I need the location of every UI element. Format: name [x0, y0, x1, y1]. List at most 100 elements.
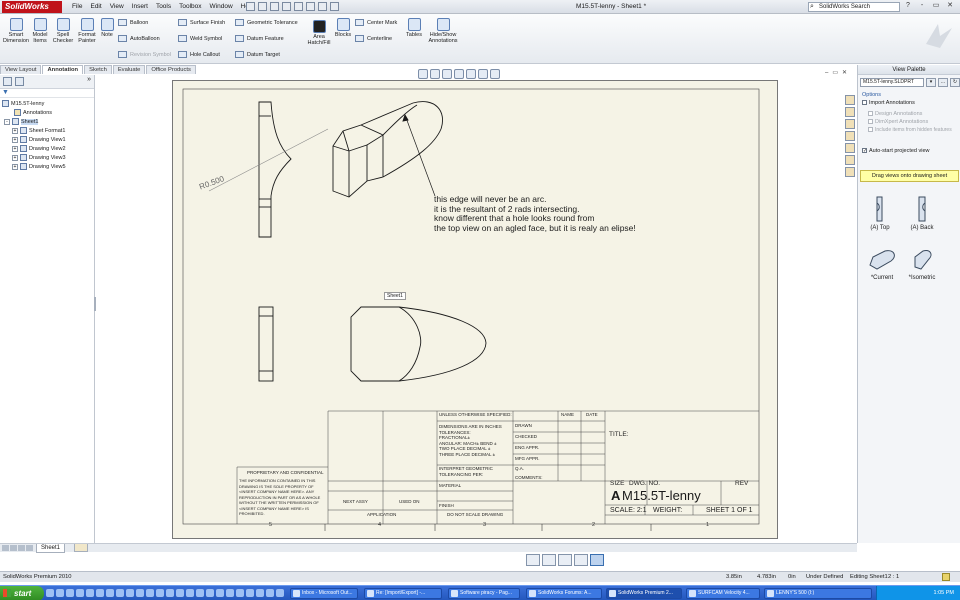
view-orientation-icon[interactable]	[466, 69, 476, 79]
palette-browse-button[interactable]: ...	[938, 78, 948, 87]
menu-window[interactable]: Window	[206, 0, 237, 14]
palette-file-select[interactable]: M15.5T-lenny.SLDPRT	[860, 78, 924, 87]
blocks-button[interactable]: Blocks	[334, 18, 352, 38]
help-button[interactable]: ?	[902, 1, 914, 11]
tree-item-sheet-format[interactable]: + Sheet Format1	[0, 127, 94, 136]
design-library-icon[interactable]	[845, 119, 855, 129]
tab-evaluate[interactable]: Evaluate	[112, 65, 146, 74]
taskbar-item-forum-reply[interactable]: Re: [Import/Export] -...	[364, 588, 442, 599]
property-manager-icon[interactable]	[15, 77, 24, 86]
autoballoon-button[interactable]: AutoBalloon	[118, 35, 160, 43]
view-palette-icon[interactable]	[845, 155, 855, 165]
open-drawing-icon[interactable]	[526, 554, 540, 566]
quick-launch-icon[interactable]	[266, 589, 274, 597]
quick-launch-icon[interactable]	[46, 589, 54, 597]
tab-annotation[interactable]: Annotation	[42, 65, 84, 74]
tables-button[interactable]: Tables	[404, 18, 424, 38]
start-button[interactable]: start	[0, 586, 44, 600]
appearances-icon[interactable]	[845, 167, 855, 177]
quick-launch-icon[interactable]	[246, 589, 254, 597]
revision-symbol-button[interactable]: Revision Symbol	[118, 51, 171, 59]
geometric-tolerance-button[interactable]: Geometric Tolerance	[235, 19, 298, 27]
weld-symbol-button[interactable]: Weld Symbol	[178, 35, 222, 43]
area-hatch-button[interactable]: Area Hatch/Fill	[306, 20, 332, 46]
taskbar-item-solidworks-forums[interactable]: SolidWorks Forums: A...	[526, 588, 602, 599]
quick-launch-icon[interactable]	[156, 589, 164, 597]
feature-tree-icon[interactable]	[3, 77, 12, 86]
balloon-button[interactable]: Balloon	[118, 19, 148, 27]
quick-launch-icon[interactable]	[176, 589, 184, 597]
tab-sketch[interactable]: Sketch	[84, 65, 112, 74]
doc-minimize-button[interactable]: –	[825, 69, 828, 77]
tab-view-layout[interactable]: View Layout	[0, 65, 42, 74]
zoom-area-icon[interactable]	[430, 69, 440, 79]
note-button[interactable]: Note	[100, 18, 114, 38]
quick-launch-icon[interactable]	[196, 589, 204, 597]
menu-insert[interactable]: Insert	[128, 0, 152, 14]
quick-launch-icon[interactable]	[106, 589, 114, 597]
menu-tools[interactable]: Tools	[152, 0, 175, 14]
expand-icon[interactable]: +	[12, 127, 18, 134]
first-sheet-icon[interactable]	[2, 545, 9, 551]
design-annotations-checkbox[interactable]: Design Annotations	[868, 111, 922, 118]
datum-target-button[interactable]: Datum Target	[235, 51, 280, 59]
close-button[interactable]: ✕	[944, 1, 956, 11]
tree-root[interactable]: M15.5T-lenny	[0, 100, 94, 109]
menu-file[interactable]: File	[68, 0, 86, 14]
datum-feature-button[interactable]: Datum Feature	[235, 35, 284, 43]
menu-edit[interactable]: Edit	[86, 0, 105, 14]
quick-launch-icon[interactable]	[136, 589, 144, 597]
section-view-icon[interactable]	[454, 69, 464, 79]
view-thumb-top[interactable]: (A) Top	[860, 195, 900, 231]
tree-item-annotations[interactable]: Annotations	[0, 109, 94, 118]
centerline-button[interactable]: Centerline	[355, 35, 392, 43]
table-view-icon[interactable]	[574, 554, 588, 566]
dimxpert-annotations-checkbox[interactable]: DimXpert Annotations	[868, 119, 928, 126]
note-annotation[interactable]: this edge will never be an arc. it is th…	[434, 194, 636, 233]
quick-launch-icon[interactable]	[126, 589, 134, 597]
clock[interactable]: 1:05 PM	[934, 590, 954, 596]
save-icon[interactable]	[270, 2, 279, 11]
drawing-view-mode-icon[interactable]	[590, 554, 604, 566]
view-thumb-isometric[interactable]: *Isometric	[902, 247, 942, 281]
quick-launch-icon[interactable]	[276, 589, 284, 597]
maximize-button[interactable]: ▭	[930, 1, 942, 11]
taskbar-item-solidworks[interactable]: SolidWorks Premium 2...	[606, 588, 682, 599]
palette-dropdown-icon[interactable]: ▾	[926, 78, 936, 87]
expand-icon[interactable]: +	[12, 154, 18, 161]
file-explorer-icon[interactable]	[845, 131, 855, 141]
print-icon[interactable]	[282, 2, 291, 11]
menu-toolbox[interactable]: Toolbox	[175, 0, 205, 14]
taskbar-item-drive[interactable]: LENNY'S 500 (I:)	[764, 588, 872, 599]
quick-launch-icon[interactable]	[96, 589, 104, 597]
smart-dimension-button[interactable]: Smart Dimension	[2, 18, 30, 44]
taskbar-item-surfcam[interactable]: SURFCAM Velocity 4...	[686, 588, 760, 599]
quick-launch-icon[interactable]	[116, 589, 124, 597]
tab-office-products[interactable]: Office Products	[146, 65, 196, 74]
hide-show-items-icon[interactable]	[490, 69, 500, 79]
rebuild-icon[interactable]	[318, 2, 327, 11]
undo-icon[interactable]	[294, 2, 303, 11]
quick-launch-icon[interactable]	[256, 589, 264, 597]
quick-launch-icon[interactable]	[56, 589, 64, 597]
include-hidden-checkbox[interactable]: Include items from hidden features	[868, 127, 952, 134]
expand-arrows-icon[interactable]: »	[87, 76, 91, 83]
rebuild-status-icon[interactable]	[942, 573, 950, 581]
next-sheet-icon[interactable]	[18, 545, 25, 551]
taskbar-item-outlook[interactable]: Inbox - Microsoft Out...	[290, 588, 358, 599]
quick-launch-icon[interactable]	[166, 589, 174, 597]
palette-refresh-button[interactable]: ↻	[950, 78, 960, 87]
tree-item-drawing-view2[interactable]: + Drawing View2	[0, 145, 94, 154]
collapse-icon[interactable]: -	[4, 118, 10, 125]
previous-view-icon[interactable]	[442, 69, 452, 79]
expand-icon[interactable]: +	[12, 145, 18, 152]
hide-show-annotations-button[interactable]: Hide/Show Annotations	[426, 18, 460, 44]
display-style-icon[interactable]	[478, 69, 488, 79]
search-results-icon[interactable]	[845, 143, 855, 153]
quick-launch-icon[interactable]	[186, 589, 194, 597]
glasses-icon[interactable]	[542, 554, 556, 566]
status-scale[interactable]: 2 : 1	[888, 572, 899, 582]
doc-close-button[interactable]: ✕	[842, 69, 847, 77]
format-painter-button[interactable]: Format Painter	[76, 18, 98, 44]
hole-callout-button[interactable]: Hole Callout	[178, 51, 220, 59]
